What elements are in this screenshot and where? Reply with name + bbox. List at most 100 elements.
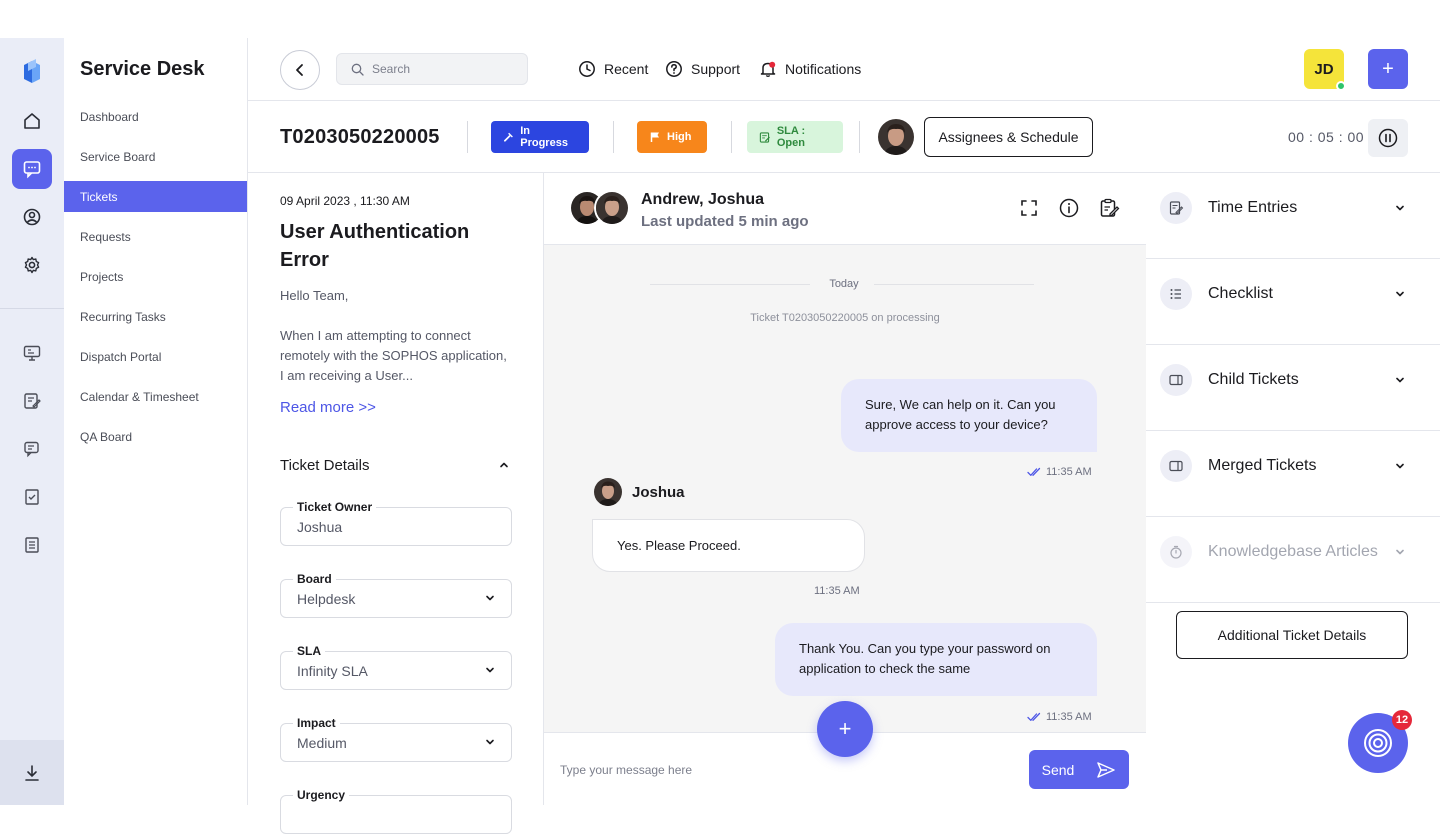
recent-label: Recent [604,61,649,77]
ticket-sidebar: Time Entries Checklist Child Tickets Mer… [1146,173,1440,805]
knowledgebase-section[interactable]: Knowledgebase Articles [1146,517,1440,603]
search-box [336,53,528,85]
child-tickets-section[interactable]: Child Tickets [1146,345,1440,431]
nav-item-calendar-timesheet[interactable]: Calendar & Timesheet [64,381,247,412]
ticket-greeting: Hello Team, [280,288,349,303]
ticket-timer: 00 : 05 : 00 [1288,129,1365,145]
logo-icon[interactable] [12,52,52,92]
download-button[interactable] [0,740,64,805]
nav-item-recurring-tasks[interactable]: Recurring Tasks [64,301,247,332]
divider [613,121,614,153]
nav-item-requests[interactable]: Requests [64,221,247,252]
nav-item-qa-board[interactable]: QA Board [64,421,247,452]
participant-avatar [594,190,630,226]
pause-icon [1378,128,1398,148]
bell-icon [760,61,776,78]
urgency-select[interactable]: Urgency [280,788,512,834]
status-badge[interactable]: In Progress [491,121,589,153]
monitor-icon[interactable] [12,333,52,373]
back-button[interactable] [280,50,320,90]
search-input[interactable] [372,62,512,76]
status-label: In Progress [520,125,568,149]
send-button[interactable]: Send [1029,750,1129,789]
section-label: Time Entries [1208,199,1298,216]
field-value: Helpdesk [297,591,356,607]
priority-badge[interactable]: High [637,121,707,153]
chevron-up-icon [500,462,508,468]
ticket-owner-field[interactable]: Ticket Owner Joshua [280,500,512,546]
notification-count-badge: 12 [1392,710,1412,730]
add-attachment-button[interactable]: + [817,701,873,757]
divider [874,284,1034,285]
nav-item-dispatch-portal[interactable]: Dispatch Portal [64,341,247,372]
notifications-link[interactable]: Notifications [759,59,861,79]
time-label: 11:35 AM [1046,466,1092,478]
field-value: Joshua [297,519,343,535]
section-label: Checklist [1208,285,1273,302]
created-date: 09 April 2023 , 11:30 AM [280,194,410,208]
field-label: SLA [293,644,325,658]
chevron-down-icon [486,595,494,601]
board-select[interactable]: Board Helpdesk [280,572,512,618]
list-doc-icon[interactable] [12,525,52,565]
priority-label: High [667,131,692,143]
support-link[interactable]: Support [665,59,740,79]
user-circle-icon[interactable] [12,197,52,237]
nav-item-dashboard[interactable]: Dashboard [64,101,247,132]
nav-item-service-board[interactable]: Service Board [64,141,247,172]
chevron-down-icon [1396,291,1404,297]
message-bubble-incoming: Yes. Please Proceed. [592,519,865,572]
time-entry-icon [1160,192,1192,224]
notes-button[interactable] [1098,197,1120,219]
message-edit-icon[interactable] [12,429,52,469]
sla-badge[interactable]: SLA : Open [747,121,843,153]
expand-button[interactable] [1018,197,1040,219]
message-input[interactable] [560,763,960,777]
assignees-schedule-button[interactable]: Assignees & Schedule [924,117,1093,157]
checklist-box-icon[interactable] [12,477,52,517]
additional-ticket-details-button[interactable]: Additional Ticket Details [1176,611,1408,659]
sla-select[interactable]: SLA Infinity SLA [280,644,512,690]
edit-note-icon[interactable] [12,381,52,421]
chevron-down-icon [486,739,494,745]
add-button[interactable]: + [1368,49,1408,89]
nav-item-projects[interactable]: Projects [64,261,247,292]
hammer-icon [504,132,513,142]
impact-select[interactable]: Impact Medium [280,716,512,762]
target-icon [1364,729,1392,757]
online-status-dot [1336,81,1346,91]
merged-tickets-section[interactable]: Merged Tickets [1146,431,1440,517]
info-button[interactable] [1058,197,1080,219]
read-more-link[interactable]: Read more >> [280,399,376,416]
ticket-icon [1160,450,1192,482]
ticket-details-title: Ticket Details [280,457,370,474]
double-check-icon [1027,467,1041,476]
conversation-pane: Andrew, Joshua Last updated 5 min ago To… [544,173,1146,805]
field-value: Infinity SLA [297,663,368,679]
checklist-section[interactable]: Checklist [1146,259,1440,345]
conversation-header: Andrew, Joshua Last updated 5 min ago [544,173,1146,245]
last-updated: Last updated 5 min ago [641,213,809,230]
pause-timer-button[interactable] [1368,119,1408,157]
time-label: 11:35 AM [814,585,860,597]
nav-item-tickets[interactable]: Tickets [64,181,247,212]
chat-icon[interactable] [12,149,52,189]
user-avatar[interactable]: JD [1304,49,1346,91]
time-entries-section[interactable]: Time Entries [1146,173,1440,259]
gear-icon[interactable] [12,245,52,285]
chevron-left-icon [296,64,303,76]
ticket-id: T0203050220005 [280,126,440,148]
collapse-details-button[interactable] [499,461,509,469]
sla-doc-icon [759,131,770,143]
ticket-icon [1160,364,1192,396]
download-icon [25,764,39,781]
notifications-label: Notifications [785,61,862,77]
recent-link[interactable]: Recent [578,59,648,79]
home-icon[interactable] [12,101,52,141]
field-label: Ticket Owner [293,500,377,514]
double-check-icon [1027,712,1041,721]
side-nav: Service Desk Dashboard Service Board Tic… [64,38,248,805]
search-icon [351,63,364,76]
assignee-avatar[interactable] [878,119,914,155]
chevron-down-icon [1396,377,1404,383]
